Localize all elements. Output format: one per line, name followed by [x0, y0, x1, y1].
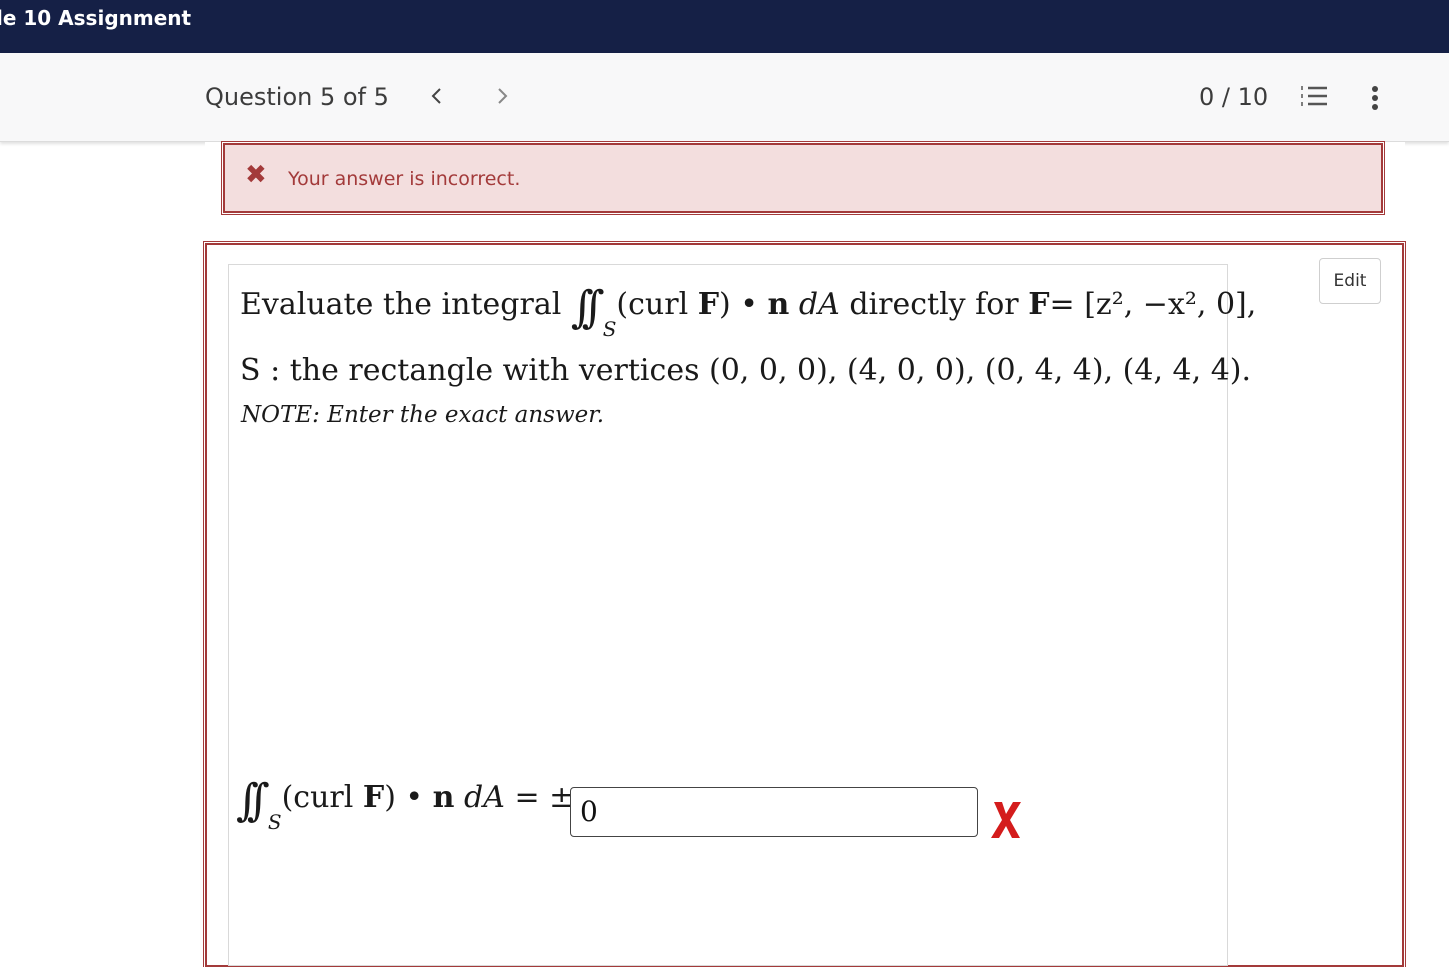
answer-input[interactable]: 0 — [570, 787, 978, 837]
double-integral-symbol: ∫∫ — [570, 282, 605, 333]
answer-double-integral-symbol: ∫∫ — [236, 775, 270, 826]
area-element: dA — [798, 287, 840, 322]
assignment-title: le 10 Assignment — [0, 6, 192, 30]
more-options-button[interactable] — [1362, 83, 1388, 113]
answer-normal-n: n — [432, 780, 455, 815]
previous-question-button[interactable] — [422, 81, 452, 111]
field-vector: [z², −x², 0], — [1084, 287, 1257, 322]
next-question-button[interactable] — [487, 81, 517, 111]
alert-message: Your answer is incorrect. — [288, 168, 521, 190]
vector-f-2: F — [1028, 287, 1050, 322]
surface-description: S : the rectangle with vertices (0, 0, 0… — [240, 353, 1252, 388]
chevron-right-icon — [498, 88, 508, 104]
incorrect-alert: ✖ Your answer is incorrect. — [221, 141, 1385, 215]
question-header: Question 5 of 5 0 / 10 — [0, 53, 1449, 142]
vector-f: F — [697, 287, 720, 322]
score-display: 0 / 10 — [1199, 83, 1269, 111]
more-vertical-icon — [1372, 86, 1378, 110]
question-counter: Question 5 of 5 — [205, 83, 389, 111]
numbered-list-icon — [1301, 86, 1327, 106]
prompt-prefix: Evaluate the integral — [240, 287, 562, 322]
dot-operator: ) • — [719, 287, 768, 322]
answer-vector-f: F — [362, 780, 385, 815]
answer-area-element: dA — [464, 780, 505, 815]
chevron-left-icon — [431, 88, 441, 104]
answer-expression: ∫∫ S(curl F) • n dA = ± — [236, 775, 574, 834]
answer-curl-text: (curl — [281, 780, 354, 815]
directly-text: directly for — [849, 287, 1019, 322]
answer-dot-operator: ) • — [384, 780, 433, 815]
surface-subscript: S — [602, 317, 617, 341]
answer-relation: = ± — [514, 780, 575, 815]
answer-value: 0 — [580, 795, 598, 828]
exact-answer-note: NOTE: Enter the exact answer. — [241, 402, 605, 428]
error-x-icon: ✖ — [245, 160, 267, 190]
normal-n: n — [767, 287, 790, 322]
edit-button[interactable]: Edit — [1319, 258, 1381, 304]
question-list-button[interactable] — [1299, 83, 1329, 109]
answer-surface-subscript: S — [267, 810, 282, 834]
equals-sign: = — [1049, 287, 1075, 322]
incorrect-x-icon — [991, 802, 1021, 838]
curl-text: (curl — [616, 287, 689, 322]
question-prompt: Evaluate the integral ∫∫ S(curl F) • n dA… — [240, 282, 1256, 341]
top-bar: le 10 Assignment — [0, 0, 1449, 53]
